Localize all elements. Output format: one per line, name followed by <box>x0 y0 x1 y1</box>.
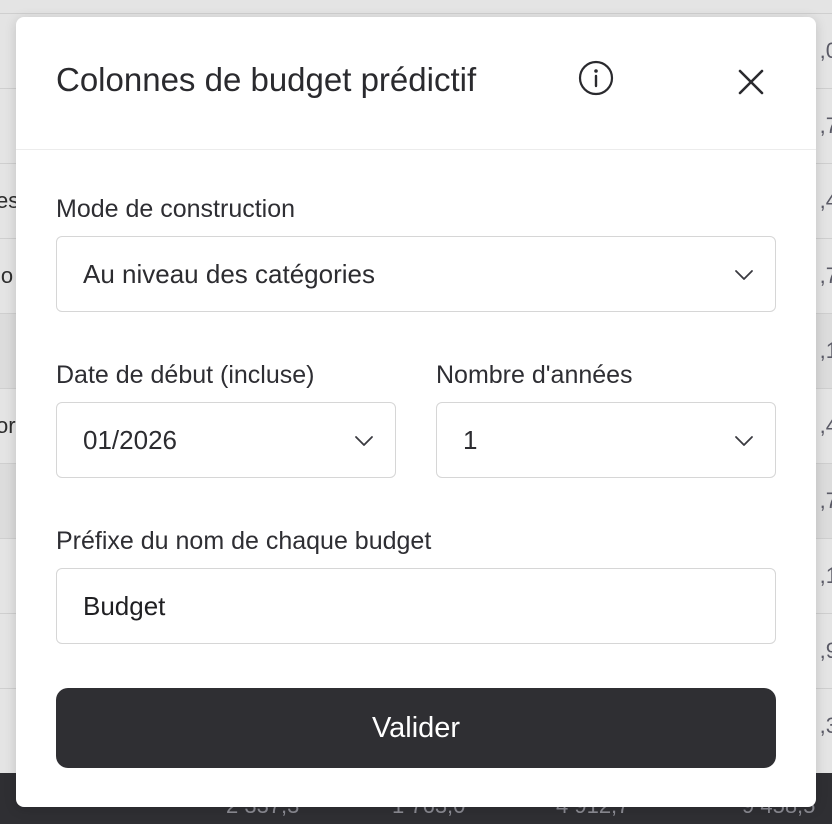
prefix-label: Préfixe du nom de chaque budget <box>56 527 432 555</box>
chevron-down-icon <box>355 436 373 446</box>
mode-select[interactable]: Au niveau des catégories <box>56 236 776 312</box>
prefix-input[interactable] <box>57 569 775 643</box>
chevron-down-icon <box>735 270 753 280</box>
table-cell: ,1 <box>819 338 832 363</box>
table-cell: lo <box>0 263 14 288</box>
table-cell: ,7 <box>819 113 832 138</box>
dialog-header: Colonnes de budget prédictif <box>16 17 816 150</box>
start-date-select[interactable]: 01/2026 <box>56 402 396 478</box>
submit-button[interactable]: Valider <box>56 688 776 768</box>
mode-label: Mode de construction <box>56 195 296 223</box>
dialog-title: Colonnes de budget prédictif <box>56 61 477 98</box>
prefix-field-wrapper <box>56 568 776 644</box>
years-label: Nombre d'années <box>436 361 633 389</box>
table-cell: ,7 <box>819 488 832 513</box>
table-cell: or <box>0 413 16 438</box>
start-date-label: Date de début (incluse) <box>56 361 315 389</box>
close-icon[interactable] <box>734 65 768 99</box>
table-cell: ,7 <box>819 263 832 288</box>
table-cell: ,4 <box>819 188 832 213</box>
start-date-value: 01/2026 <box>83 425 177 455</box>
chevron-down-icon <box>735 436 753 446</box>
years-select[interactable]: 1 <box>436 402 776 478</box>
table-cell: ,4 <box>819 413 832 438</box>
mode-value: Au niveau des catégories <box>83 259 375 289</box>
table-cell: ,9 <box>819 638 832 663</box>
table-cell: ,1 <box>819 563 832 588</box>
table-cell: ,0 <box>819 38 832 63</box>
table-cell: ,3 <box>819 713 832 738</box>
budget-columns-dialog: Colonnes de budget prédictif Mode de con… <box>16 17 816 807</box>
years-value: 1 <box>463 425 478 455</box>
info-icon[interactable] <box>578 60 614 96</box>
